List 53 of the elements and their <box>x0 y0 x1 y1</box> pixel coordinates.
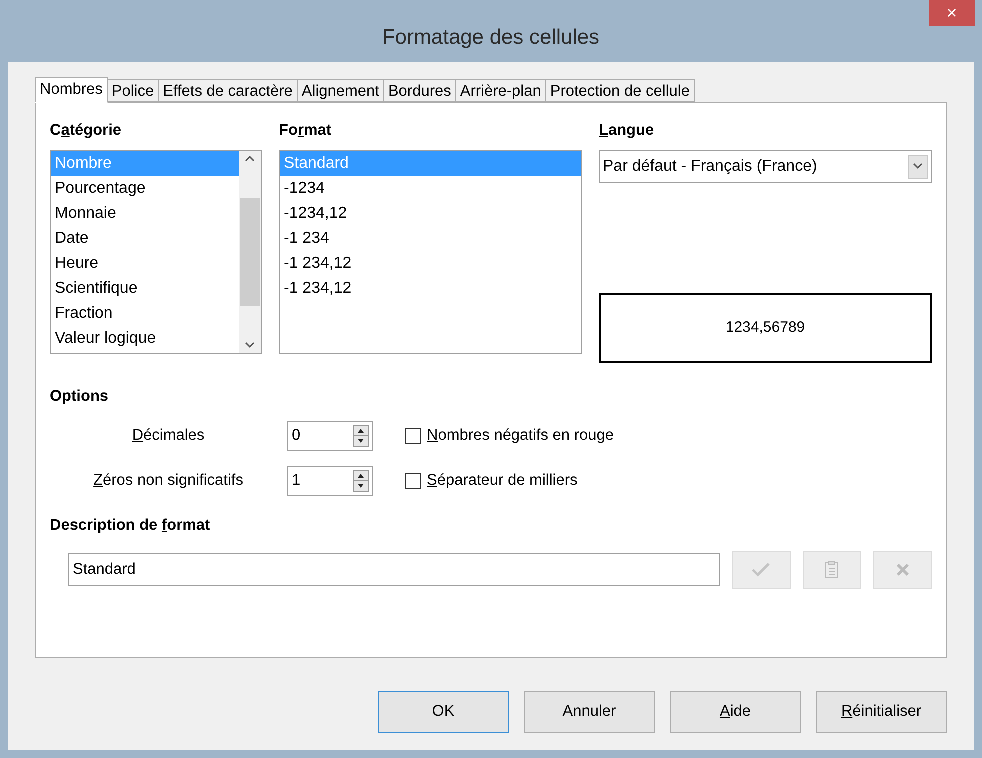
list-item[interactable]: -1234 <box>280 176 581 202</box>
tab[interactable]: Arrière-plan <box>455 79 546 102</box>
clipboard-icon <box>825 560 840 579</box>
section-label: Description de format <box>50 516 212 536</box>
section-label: Format <box>279 121 333 141</box>
tab[interactable]: Nombres <box>35 77 108 103</box>
checkbox-option[interactable]: Séparateur de milliers <box>405 468 578 492</box>
spin-arrows-icon[interactable] <box>353 424 369 446</box>
list-item[interactable]: Fraction <box>51 301 239 326</box>
window-title: Formatage des cellules <box>382 25 600 51</box>
field-label: Décimales <box>132 426 205 446</box>
spin-field[interactable]: 0 <box>287 420 373 450</box>
tab[interactable]: Alignement <box>296 79 384 102</box>
close-button[interactable]: × <box>929 0 975 26</box>
section-label: Catégorie <box>50 121 123 141</box>
checkbox[interactable] <box>405 428 421 444</box>
check-button[interactable] <box>732 550 791 589</box>
list-item[interactable]: Scientifique <box>51 276 239 302</box>
field-label: Zéros non significatifs <box>94 470 244 491</box>
dialog-button[interactable]: Annuler <box>524 691 655 733</box>
tab[interactable]: Police <box>106 79 160 102</box>
list-box[interactable]: Standard -1234 -1234,12 -1 234 -1 234,12 -1 234,12 <box>279 150 582 354</box>
list-item[interactable]: Valeur logique <box>51 326 239 352</box>
checkbox-option[interactable]: Nombres négatifs en rouge <box>405 424 614 448</box>
format-code-field[interactable]: Standard <box>68 553 720 586</box>
list-item[interactable]: Heure <box>51 251 239 276</box>
list-item[interactable]: -1234,12 <box>280 201 581 226</box>
language-dropdown[interactable]: Par défaut - Français (France) <box>599 150 932 184</box>
list-item[interactable]: Pourcentage <box>51 176 239 202</box>
section-label: Langue <box>599 121 656 141</box>
spin-arrows-icon[interactable] <box>353 470 369 492</box>
list-item[interactable]: Date <box>51 226 239 252</box>
spin-field[interactable]: 1 <box>287 466 373 496</box>
scrollbar-thumb[interactable] <box>240 198 260 306</box>
tab[interactable]: Bordures <box>383 79 456 102</box>
list-item[interactable]: -1 234 <box>280 226 581 252</box>
chevron-down-icon[interactable] <box>245 342 255 350</box>
section-label: Options <box>50 387 110 408</box>
dialog-button[interactable]: OK <box>378 691 509 733</box>
dialog-button[interactable]: Aide <box>670 691 801 733</box>
preview-box: 1234,56789 <box>599 293 932 364</box>
scrollbar[interactable] <box>239 151 261 354</box>
tab[interactable]: Protection de cellule <box>545 79 695 102</box>
tab[interactable]: Effets de caractère <box>158 79 298 102</box>
delete-icon <box>896 562 910 577</box>
list-box[interactable]: Nombre Pourcentage Monnaie Date Heure Scientifique Fraction Valeur logique <box>50 150 262 354</box>
checkbox[interactable] <box>405 472 421 488</box>
check-icon <box>752 562 770 577</box>
chevron-up-icon[interactable] <box>245 155 255 162</box>
list-item[interactable]: Monnaie <box>51 201 239 226</box>
list-item[interactable]: -1 234,12 <box>280 276 581 302</box>
list-item[interactable]: -1 234,12 <box>280 251 581 276</box>
dialog-button[interactable]: Réinitialiser <box>816 691 947 733</box>
